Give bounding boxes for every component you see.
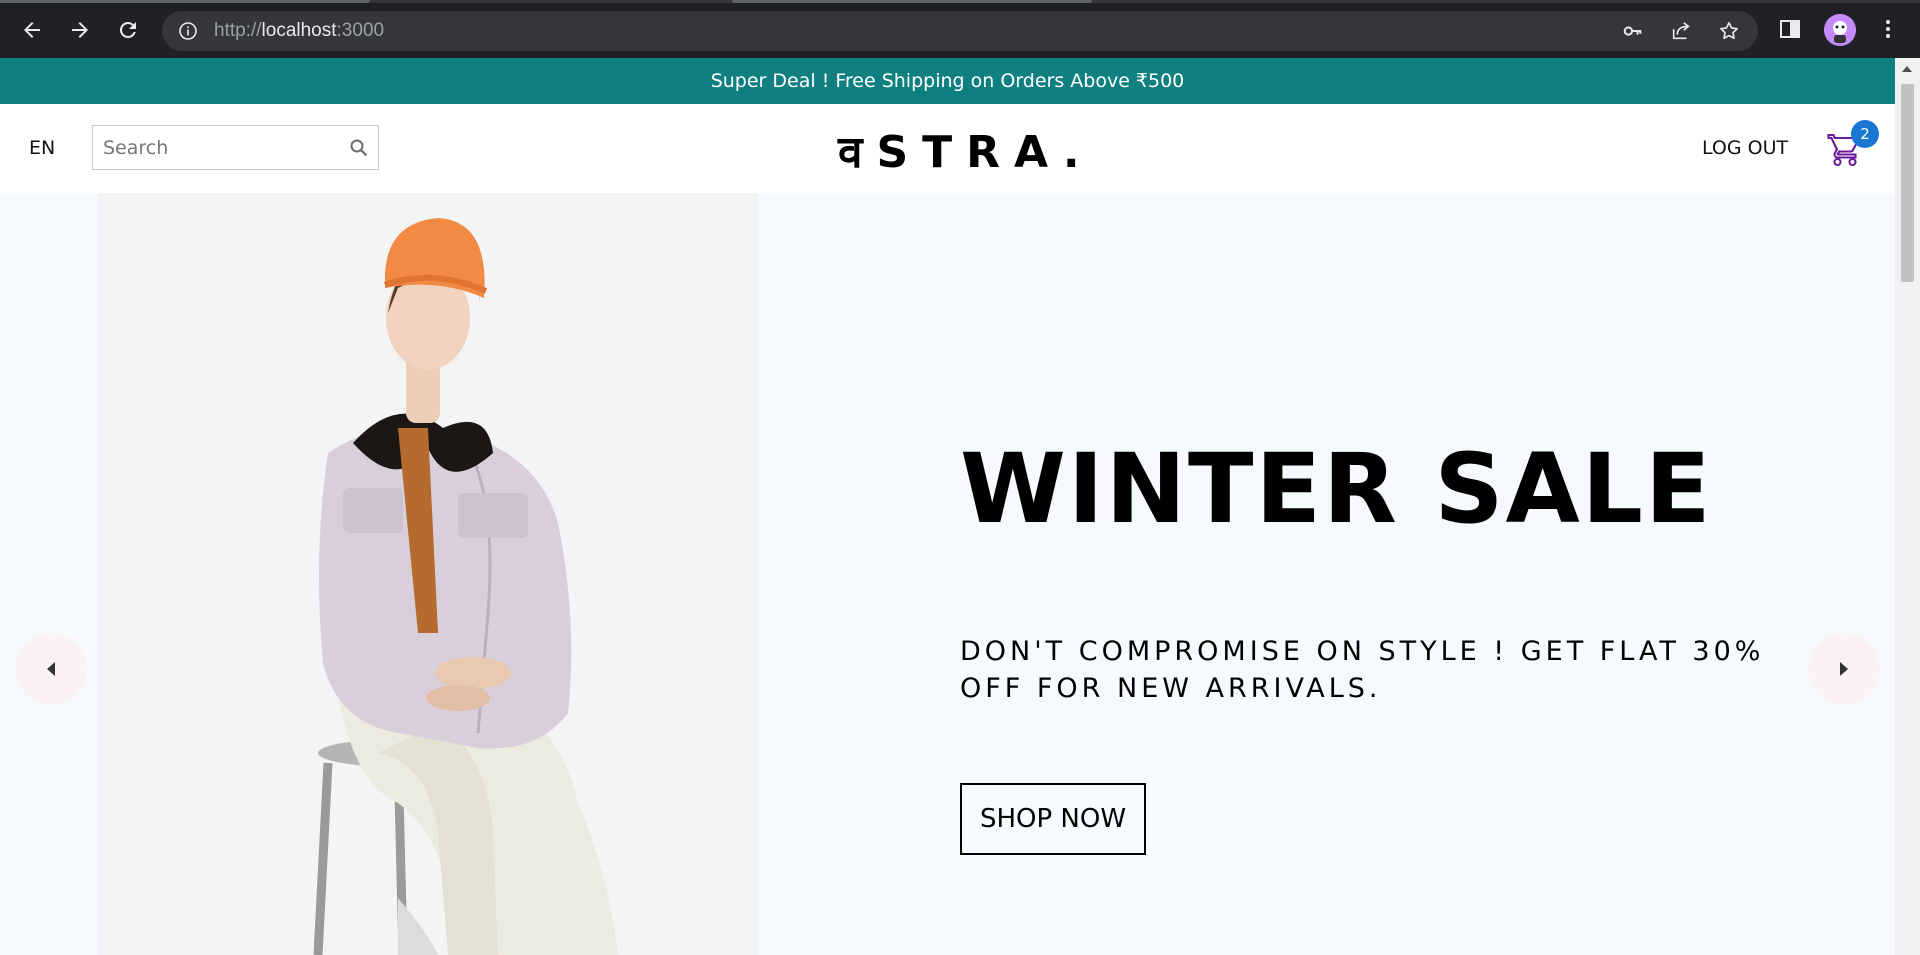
profile-avatar[interactable] [1824, 14, 1856, 46]
brand-logo[interactable]: वSTRA. [838, 124, 1094, 178]
browser-chrome: http://localhost:3000 [0, 0, 1920, 58]
avatar-icon [1824, 14, 1856, 46]
side-panel-icon[interactable] [1778, 17, 1802, 41]
search-input[interactable] [103, 135, 333, 161]
search-icon[interactable] [349, 138, 369, 158]
cart-count-badge: 2 [1851, 120, 1879, 148]
scroll-up-icon[interactable] [1902, 66, 1912, 72]
forward-button[interactable] [62, 12, 98, 48]
arrow-left-icon [47, 662, 55, 676]
browser-tab[interactable] [732, 0, 1092, 3]
url-text[interactable]: http://localhost:3000 [214, 20, 384, 42]
back-button[interactable] [14, 12, 50, 48]
hero-slider: WINTER SALE DON'T COMPROMISE ON STYLE ! … [0, 193, 1895, 955]
arrow-right-icon [1840, 662, 1848, 676]
hero-image [98, 193, 758, 955]
shop-now-button[interactable]: SHOP NOW [960, 783, 1146, 855]
slide-prev-button[interactable] [15, 633, 87, 705]
reload-icon [119, 21, 136, 38]
page-scrollbar[interactable] [1895, 58, 1920, 955]
logout-link[interactable]: LOG OUT [1702, 137, 1788, 159]
info-icon[interactable] [178, 21, 198, 41]
share-icon[interactable] [1670, 20, 1692, 42]
address-bar[interactable]: http://localhost:3000 [162, 11, 1758, 51]
url-scheme: http:// [214, 20, 262, 41]
language-label[interactable]: EN [29, 137, 55, 159]
browser-tab[interactable] [0, 0, 370, 3]
url-host: localhost [261, 20, 337, 41]
key-icon[interactable] [1622, 20, 1644, 42]
navbar: EN वSTRA. LOG OUT 2 [0, 104, 1895, 193]
arrow-left-icon [24, 22, 40, 38]
reload-button[interactable] [110, 12, 146, 48]
model-illustration [98, 193, 758, 955]
star-icon[interactable] [1718, 20, 1740, 42]
announcement-text: Super Deal ! Free Shipping on Orders Abo… [710, 70, 1185, 92]
tab-strip [0, 0, 1920, 3]
scrollbar-thumb[interactable] [1901, 84, 1914, 282]
hero-title: WINTER SALE [960, 433, 1713, 545]
search-container [92, 125, 379, 170]
hero-description: DON'T COMPROMISE ON STYLE ! GET FLAT 30%… [960, 636, 1765, 704]
announcement-bar: Super Deal ! Free Shipping on Orders Abo… [0, 58, 1895, 104]
arrow-right-icon [72, 22, 88, 38]
kebab-menu-icon[interactable] [1876, 17, 1900, 41]
slide-next-button[interactable] [1808, 633, 1880, 705]
url-port: :3000 [336, 20, 385, 41]
page-viewport: Super Deal ! Free Shipping on Orders Abo… [0, 58, 1895, 955]
